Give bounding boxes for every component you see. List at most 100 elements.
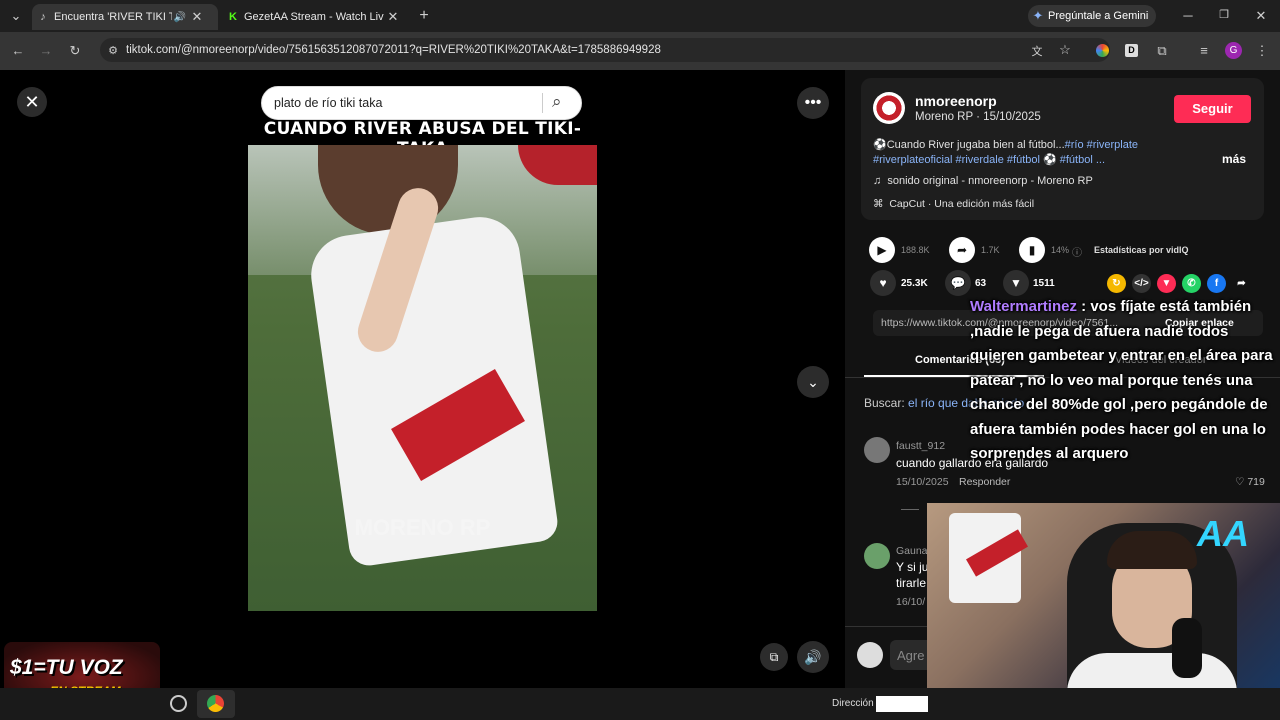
restore-icon[interactable]: ❐ bbox=[1216, 8, 1232, 21]
commenter-avatar[interactable] bbox=[864, 543, 890, 569]
bookmark-star-icon[interactable]: ☆ bbox=[1058, 42, 1072, 58]
embed-icon[interactable]: </> bbox=[1132, 274, 1151, 293]
close-video-icon[interactable]: ✕ bbox=[17, 87, 47, 117]
facebook-icon[interactable]: f bbox=[1207, 274, 1226, 293]
post-info-card: nmoreenorp Moreno RP · 15/10/2025 Seguir… bbox=[861, 78, 1264, 220]
address-bar[interactable]: ⚙ tiktok.com/@nmoreenorp/video/756156351… bbox=[100, 38, 1110, 62]
volume-icon[interactable]: 🔊 bbox=[797, 641, 829, 673]
author-avatar[interactable] bbox=[873, 92, 905, 124]
close-tab-icon[interactable]: ✕ bbox=[188, 9, 206, 25]
hashtags[interactable]: #riverplateoficial #riverdale #fútbol bbox=[873, 154, 1040, 166]
tab-title: GezetAA Stream - Watch Live o bbox=[244, 11, 384, 23]
search-divider bbox=[542, 93, 543, 113]
repost-icon[interactable]: ↻ bbox=[1107, 274, 1126, 293]
comment-icon[interactable]: 💬 bbox=[945, 270, 971, 296]
gemini-button[interactable]: ✦ Pregúntale a Gemini bbox=[1028, 5, 1156, 27]
next-video-icon[interactable]: ⌄ bbox=[797, 366, 829, 398]
gemini-icon: ✦ bbox=[1032, 8, 1044, 23]
post-description: ⚽Cuando River jugaba bien al fútbol...#r… bbox=[873, 139, 1139, 166]
percent-stat: 14% bbox=[1051, 245, 1070, 255]
profile-avatar[interactable]: G bbox=[1225, 42, 1242, 59]
media-control-icon[interactable]: ≡ bbox=[1196, 43, 1212, 58]
author-date: Moreno RP · 15/10/2025 bbox=[915, 111, 1041, 123]
extensions-puzzle-icon[interactable]: ⧉ bbox=[1154, 43, 1170, 59]
send-icon[interactable]: ▼ bbox=[1157, 274, 1176, 293]
translate-icon[interactable]: 文 bbox=[1030, 43, 1044, 59]
comment-input-placeholder: Agre bbox=[897, 648, 925, 663]
tab-tiktok[interactable]: ♪ Encuentra 'RIVER TIKI TAKA 🔊 ✕ bbox=[32, 4, 218, 30]
follow-button[interactable]: Seguir bbox=[1174, 95, 1251, 123]
video-player[interactable]: MORENO RP bbox=[248, 145, 597, 611]
saves-count: 1511 bbox=[1033, 278, 1055, 289]
kick-favicon-icon: K bbox=[229, 11, 237, 23]
new-tab-icon[interactable]: + bbox=[416, 7, 432, 24]
more-share-icon[interactable]: ➦ bbox=[1232, 274, 1251, 293]
tab-title: Encuentra 'RIVER TIKI TAKA bbox=[54, 11, 172, 23]
more-link[interactable]: más bbox=[1222, 152, 1246, 166]
comment-username[interactable]: Gauna bbox=[896, 545, 928, 557]
gemini-label: Pregúntale a Gemini bbox=[1048, 10, 1149, 22]
chrome-taskbar-button[interactable] bbox=[197, 690, 235, 718]
bookmark-icon[interactable]: ▼ bbox=[1003, 270, 1029, 296]
comment-date: 16/10/ bbox=[896, 596, 926, 608]
comment-username[interactable]: faustt_912 bbox=[896, 440, 945, 452]
reply-button[interactable]: Responder bbox=[959, 476, 1010, 488]
chat-text: : vos fíjate está también ,nadie le pega… bbox=[970, 298, 1273, 462]
address-toolbar-input[interactable] bbox=[876, 696, 928, 712]
more-options-icon[interactable]: ••• bbox=[797, 87, 829, 119]
tab-gezetaa[interactable]: K GezetAA Stream - Watch Live o ✕ bbox=[222, 4, 408, 30]
video-watermark: MORENO RP bbox=[354, 515, 491, 540]
tab-search-icon[interactable]: ⌄ bbox=[8, 8, 24, 24]
forward-icon[interactable]: → bbox=[38, 43, 54, 58]
search-icon[interactable]: ⌕ bbox=[552, 92, 562, 112]
shares-count: 1.7K bbox=[981, 245, 1000, 255]
picture-in-picture-icon[interactable]: ⧉ bbox=[760, 643, 788, 671]
likes-count: 25.3K bbox=[901, 278, 928, 289]
menu-kebab-icon[interactable]: ⋮ bbox=[1255, 43, 1269, 59]
url-text[interactable]: tiktok.com/@nmoreenorp/video/75615635120… bbox=[126, 44, 661, 56]
comment-date: 15/10/2025 bbox=[896, 476, 949, 488]
whatsapp-icon[interactable]: ✆ bbox=[1182, 274, 1201, 293]
site-info-icon[interactable]: ⚙ bbox=[100, 44, 126, 57]
sound-row[interactable]: ♫ sonido original - nmoreenorp - Moreno … bbox=[873, 175, 1093, 187]
commenter-avatar[interactable] bbox=[864, 437, 890, 463]
stream-chat-message: Waltermartinez : vos fíjate está también… bbox=[970, 295, 1280, 467]
close-window-icon[interactable]: ✕ bbox=[1253, 8, 1269, 24]
hashtags[interactable]: #río #riverplate bbox=[1065, 139, 1138, 151]
description-text: ⚽Cuando River jugaba bien al fútbol... bbox=[873, 139, 1065, 151]
comment-like[interactable]: ♡ 719 bbox=[1235, 476, 1265, 488]
music-note-icon: ♫ bbox=[873, 175, 882, 187]
views-count: 188.8K bbox=[901, 245, 930, 255]
tiktok-favicon-icon: ♪ bbox=[40, 11, 46, 23]
chrome-extension-icon[interactable] bbox=[1096, 44, 1109, 57]
like-heart-icon[interactable]: ♥ bbox=[870, 270, 896, 296]
audio-playing-icon[interactable]: 🔊 bbox=[172, 12, 188, 23]
toolbar: ← → ↻ ⚙ tiktok.com/@nmoreenorp/video/756… bbox=[0, 32, 1280, 70]
minimize-icon[interactable]: ─ bbox=[1180, 8, 1196, 23]
vidiq-label: Estadísticas por vidIQ bbox=[1094, 245, 1189, 255]
info-icon[interactable]: ⓘ bbox=[1072, 244, 1082, 259]
hashtags[interactable]: #fútbol ... bbox=[1060, 154, 1105, 166]
streamer-hair bbox=[1107, 531, 1197, 569]
search-input[interactable]: plato de río tiki taka bbox=[274, 96, 382, 110]
play-icon: ▶ bbox=[869, 237, 895, 263]
close-tab-icon[interactable]: ✕ bbox=[384, 9, 402, 25]
d-extension-icon[interactable]: D bbox=[1125, 44, 1138, 57]
video-stage: ✕ plato de río tiki taka ⌕ CUANDO RIVER … bbox=[0, 70, 845, 688]
my-avatar bbox=[857, 642, 883, 668]
replies-line bbox=[901, 509, 919, 510]
share-arrow-icon: ➦ bbox=[949, 237, 975, 263]
video-search-box[interactable]: plato de río tiki taka ⌕ bbox=[261, 86, 582, 120]
comment-like-count: 719 bbox=[1247, 476, 1265, 488]
back-icon[interactable]: ← bbox=[10, 43, 26, 58]
comments-count: 63 bbox=[975, 278, 987, 289]
capcut-label: CapCut · Una edición más fácil bbox=[889, 198, 1035, 210]
obs-taskbar-icon[interactable] bbox=[170, 695, 187, 712]
reload-icon[interactable]: ↻ bbox=[67, 43, 83, 59]
heart-outline-icon: ♡ bbox=[1235, 476, 1245, 488]
chat-username: Waltermartinez bbox=[970, 298, 1077, 315]
author-username[interactable]: nmoreenorp bbox=[915, 93, 997, 109]
capcut-row[interactable]: ⌘ CapCut · Una edición más fácil bbox=[873, 198, 1034, 210]
chrome-taskbar-icon bbox=[207, 695, 224, 712]
taskbar: Dirección bbox=[0, 688, 1280, 720]
